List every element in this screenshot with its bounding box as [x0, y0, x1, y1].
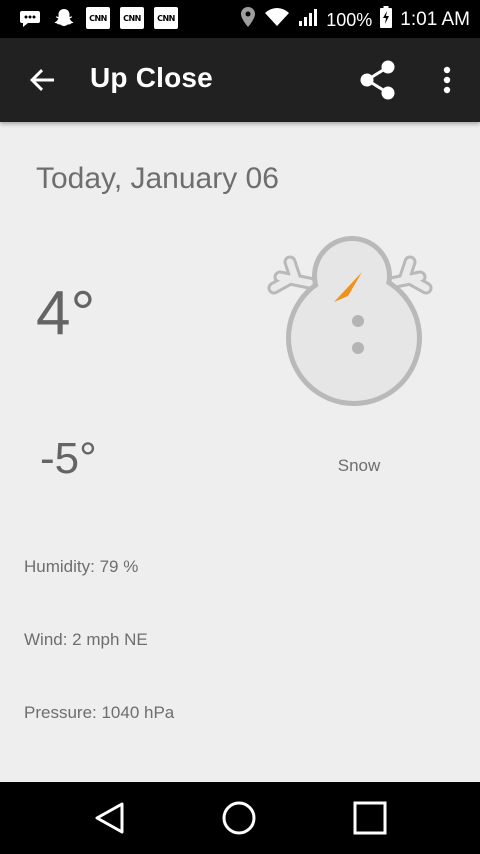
navigation-bar	[0, 782, 480, 854]
nav-back-button[interactable]	[92, 800, 128, 836]
back-button[interactable]	[26, 64, 58, 96]
share-icon	[360, 60, 395, 100]
wifi-icon	[264, 7, 290, 33]
cnn-icon: CNN	[154, 7, 178, 29]
snowman-weather-icon	[262, 232, 438, 410]
status-bar: CNN CNN CNN 100% 1:01 AM	[0, 0, 480, 38]
arrow-back-icon	[30, 69, 54, 91]
app-bar: Up Close	[0, 38, 480, 122]
messages-icon	[18, 6, 42, 30]
clock: 1:01 AM	[400, 9, 470, 30]
weather-condition: Snow	[337, 456, 381, 475]
system-indicators: 100% 1:01 AM	[240, 6, 470, 34]
circle-home-icon	[222, 801, 256, 835]
pressure-text: Pressure: 1040 hPa	[24, 703, 175, 722]
battery-percent: 100%	[326, 9, 373, 30]
high-temperature: 4°	[36, 279, 96, 348]
triangle-back-icon	[95, 802, 124, 834]
humidity-text: Humidity: 79 %	[24, 557, 139, 576]
share-button[interactable]	[358, 58, 398, 102]
nav-recents-button[interactable]	[352, 800, 388, 836]
battery-icon	[380, 6, 393, 34]
low-temperature: -5°	[40, 434, 97, 483]
square-recents-icon	[353, 801, 387, 835]
page-title: Up Close	[90, 62, 213, 93]
nav-home-button[interactable]	[221, 800, 257, 836]
location-icon	[240, 6, 256, 34]
signal-icon	[298, 7, 318, 33]
notification-icons: CNN CNN CNN	[18, 6, 178, 30]
snapchat-icon	[52, 6, 76, 30]
cnn-icon: CNN	[120, 7, 144, 29]
more-options-button[interactable]	[436, 62, 458, 98]
cnn-icon: CNN	[86, 7, 110, 29]
wind-text: Wind: 2 mph NE	[24, 630, 148, 649]
more-vert-icon	[443, 66, 451, 94]
forecast-date: Today, January 06	[36, 162, 279, 195]
